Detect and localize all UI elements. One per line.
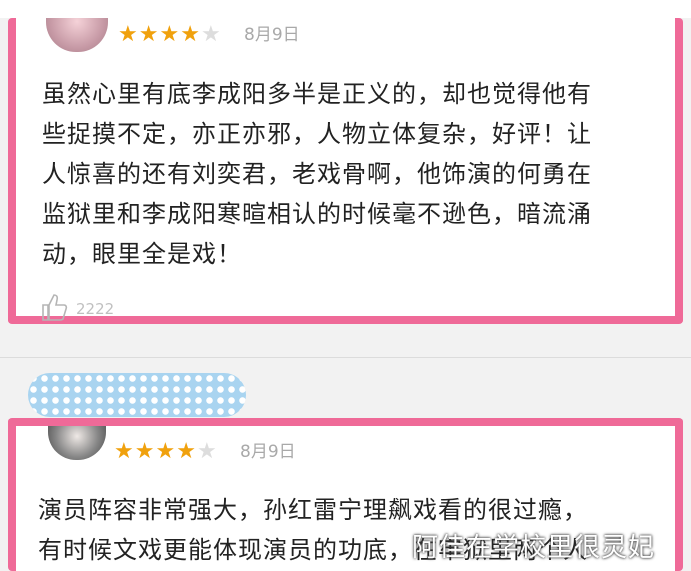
star-icon: ★: [138, 22, 160, 47]
review-date: 8月9日: [240, 442, 296, 462]
star-icon: ★: [134, 439, 156, 464]
review-text-line: 些捉摸不定，亦正亦邪，人物立体复杂，好评！让: [42, 120, 592, 148]
user-avatar[interactable]: [46, 18, 108, 52]
star-icon: ★: [176, 439, 197, 464]
rating-stars: ★★★★★: [114, 441, 218, 463]
star-icon: ★: [180, 22, 201, 47]
thumbs-up-icon[interactable]: [40, 292, 68, 322]
star-icon: ★: [118, 22, 139, 47]
top-bar: [0, 0, 691, 18]
review-date: 8月9日: [244, 25, 300, 45]
review-text-line: 虽然心里有底李成阳多半是正义的，却也觉得他有: [42, 80, 592, 108]
review-text-line: 监狱里和李成阳寒暄相认的时候毫不逊色，暗流涌: [42, 200, 592, 228]
star-icon: ★: [159, 22, 181, 47]
review-text-line: 人惊喜的还有刘奕君，老戏骨啊，他饰演的何勇在: [42, 160, 592, 188]
star-icon: ★: [155, 439, 177, 464]
star-empty-icon: ★: [196, 439, 218, 464]
star-icon: ★: [114, 439, 135, 464]
like-count: 2222: [76, 300, 115, 318]
rating-stars: ★★★★★: [118, 24, 222, 46]
username-redacted: [28, 373, 246, 417]
review-text-line: 动，眼里全是戏！: [42, 240, 242, 268]
star-empty-icon: ★: [200, 22, 222, 47]
divider: [0, 357, 691, 358]
review-text-line: 演员阵容非常强大，孙红雷宁理飙戏看的很过瘾，: [38, 496, 588, 524]
watermark: 阿佳在学校里很灵妃: [412, 533, 656, 563]
review-card-1: ★★★★★ 8月9日 虽然心里有底李成阳多半是正义的，却也觉得他有 些捉摸不定，…: [8, 18, 683, 324]
user-avatar[interactable]: [48, 426, 106, 460]
